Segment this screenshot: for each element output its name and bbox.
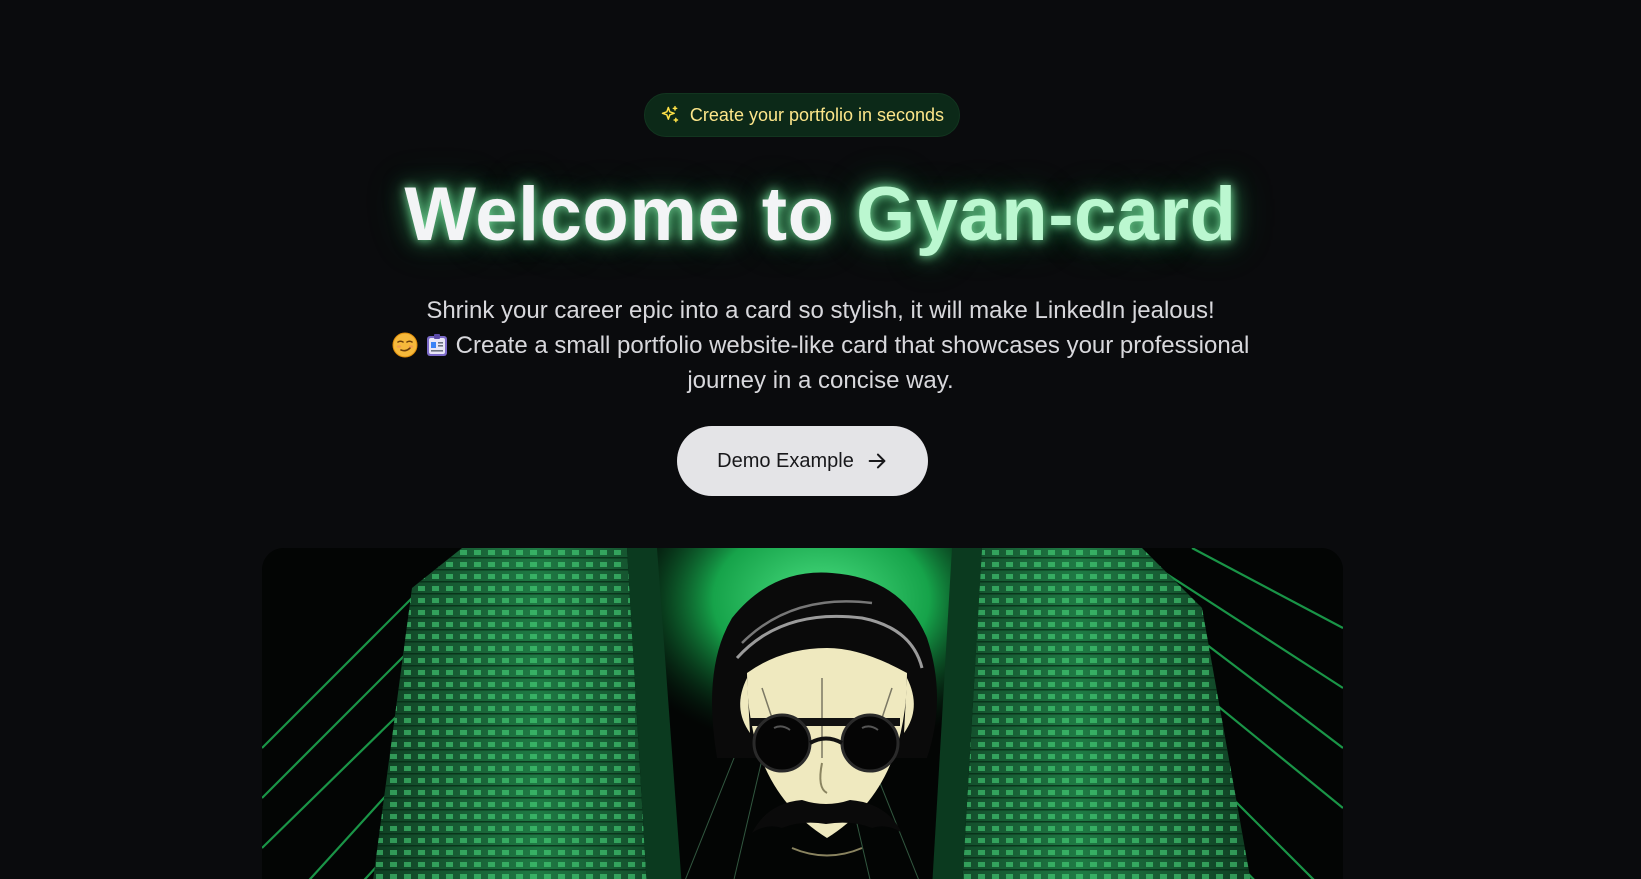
promo-badge: Create your portfolio in seconds <box>644 93 960 137</box>
arrow-right-icon <box>866 450 888 472</box>
title-brand: Gyan-card <box>856 172 1237 257</box>
promo-badge-text: Create your portfolio in seconds <box>689 104 945 125</box>
page-title: Welcome to Gyan-card <box>0 165 1641 265</box>
id-card-emoji <box>424 332 450 358</box>
title-prefix: Welcome to <box>404 172 835 257</box>
hero-illustration <box>262 548 1343 879</box>
landing-page: Create your portfolio in seconds Welcome… <box>0 0 1641 879</box>
smirking-face-emoji <box>392 332 418 358</box>
subtitle-line-2: Create a small portfolio website-like ca… <box>455 332 1250 394</box>
hero-subtitle: Shrink your career epic into a card so s… <box>370 293 1271 398</box>
subtitle-line-1: Shrink your career epic into a card so s… <box>426 297 1215 324</box>
sparkles-icon <box>660 105 680 125</box>
demo-example-button[interactable]: Demo Example <box>677 426 928 496</box>
demo-example-label: Demo Example <box>717 449 854 472</box>
